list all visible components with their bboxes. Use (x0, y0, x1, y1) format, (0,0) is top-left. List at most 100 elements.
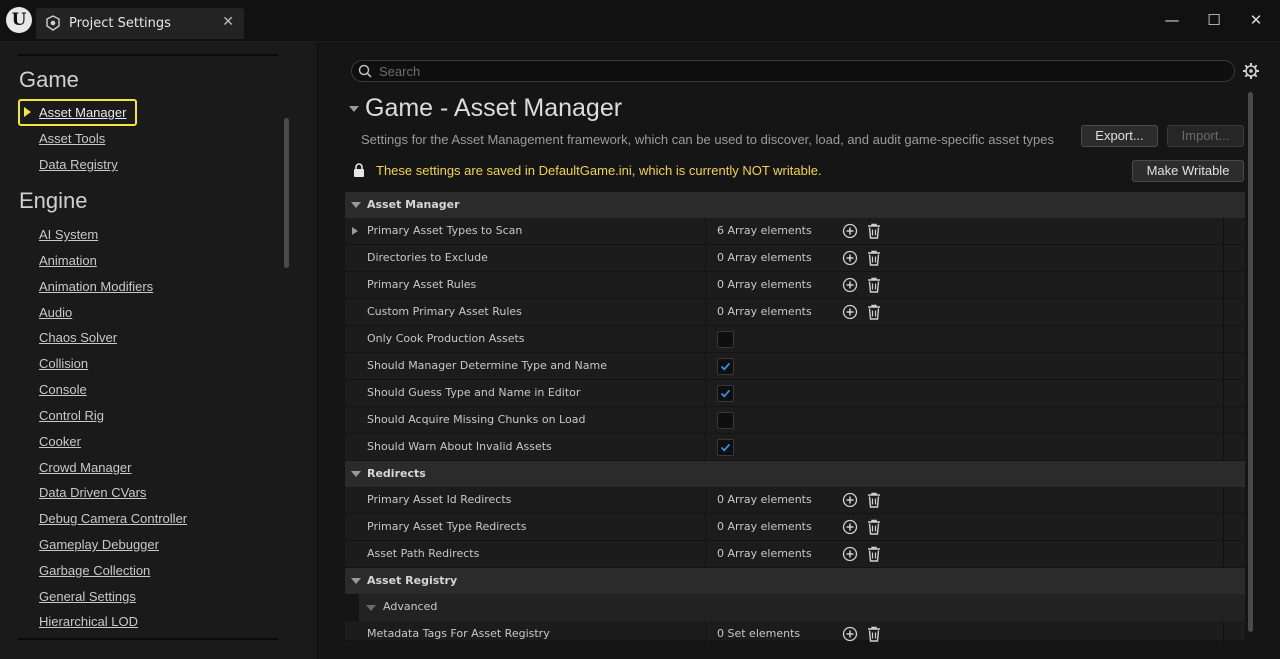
caret-right-icon (24, 107, 31, 117)
window-close-icon[interactable]: ✕ (1244, 10, 1268, 30)
add-element-icon[interactable] (842, 546, 858, 562)
property-value: 0 Array elements (717, 251, 812, 264)
page-description: Settings for the Asset Management framew… (361, 132, 1054, 147)
table-row: Should Manager Determine Type and Name (345, 353, 1245, 380)
sidebar-item-data-driven-cvars[interactable]: Data Driven CVars (39, 485, 146, 500)
maximize-icon[interactable]: ☐ (1202, 10, 1226, 30)
column-divider (1223, 299, 1224, 326)
column-divider (705, 541, 706, 568)
property-value: 6 Array elements (717, 224, 812, 237)
property-name: Asset Path Redirects (367, 547, 480, 560)
make-writable-button[interactable]: Make Writable (1132, 160, 1244, 182)
checkbox-checked[interactable] (717, 358, 734, 375)
add-element-icon[interactable] (842, 250, 858, 266)
trash-icon[interactable] (867, 304, 881, 320)
sidebar-item-data-registry[interactable]: Data Registry (39, 157, 118, 172)
page-title: Game - Asset Manager (365, 94, 623, 122)
checkmark-icon (720, 389, 731, 398)
add-element-icon[interactable] (842, 626, 858, 642)
sidebar-item-debug-camera-controller[interactable]: Debug Camera Controller (39, 511, 187, 526)
trash-icon[interactable] (867, 250, 881, 266)
sidebar: Game Asset Manager Asset Tools Data Regi… (0, 42, 318, 659)
sidebar-item-collision[interactable]: Collision (39, 356, 88, 371)
table-row: Asset Path Redirects 0 Array elements (345, 541, 1245, 568)
tab-close-icon[interactable]: ✕ (222, 14, 234, 30)
checkbox-unchecked[interactable] (717, 331, 734, 348)
sidebar-item-animation-modifiers[interactable]: Animation Modifiers (39, 279, 153, 294)
sidebar-item-console[interactable]: Console (39, 382, 87, 397)
property-value: 0 Array elements (717, 493, 812, 506)
checkbox-checked[interactable] (717, 385, 734, 402)
column-divider (1223, 218, 1224, 245)
tab-project-settings[interactable]: Project Settings ✕ (36, 8, 244, 39)
search-input[interactable] (379, 62, 1219, 80)
column-divider (1223, 272, 1224, 299)
trash-icon[interactable] (867, 546, 881, 562)
property-value: 0 Array elements (717, 547, 812, 560)
add-element-icon[interactable] (842, 492, 858, 508)
table-row: Metadata Tags For Asset Registry 0 Set e… (345, 621, 1245, 648)
column-divider (705, 434, 706, 461)
category-asset-registry[interactable]: Asset Registry (345, 568, 1245, 594)
gear-icon[interactable] (1242, 62, 1260, 80)
add-element-icon[interactable] (842, 277, 858, 293)
trash-icon[interactable] (867, 519, 881, 535)
table-row: Should Acquire Missing Chunks on Load (345, 407, 1245, 434)
sidebar-item-crowd-manager[interactable]: Crowd Manager (39, 460, 132, 475)
property-name: Primary Asset Rules (367, 278, 477, 291)
sidebar-item-gameplay-debugger[interactable]: Gameplay Debugger (39, 537, 159, 552)
checkbox-unchecked[interactable] (717, 412, 734, 429)
sidebar-item-hierarchical-lod[interactable]: Hierarchical LOD (39, 614, 138, 629)
add-element-icon[interactable] (842, 519, 858, 535)
trash-icon[interactable] (867, 277, 881, 293)
sidebar-item-garbage-collection[interactable]: Garbage Collection (39, 563, 150, 578)
column-divider (705, 299, 706, 326)
column-divider (1223, 353, 1224, 380)
column-divider (1223, 380, 1224, 407)
trash-icon[interactable] (867, 626, 881, 642)
caret-down-icon (351, 471, 361, 477)
column-divider (1223, 434, 1224, 461)
property-name: Should Acquire Missing Chunks on Load (367, 413, 586, 426)
sidebar-item-audio[interactable]: Audio (39, 305, 72, 320)
category-redirects[interactable]: Redirects (345, 461, 1245, 487)
column-divider (1223, 245, 1224, 272)
table-row: Custom Primary Asset Rules 0 Array eleme… (345, 299, 1245, 326)
checkmark-icon (720, 443, 731, 452)
export-button[interactable]: Export... (1081, 125, 1158, 147)
collapse-caret-icon[interactable] (349, 106, 359, 112)
property-name: Metadata Tags For Asset Registry (367, 627, 550, 640)
trash-icon[interactable] (867, 492, 881, 508)
unreal-logo-icon[interactable]: U (6, 7, 32, 33)
trash-icon[interactable] (867, 223, 881, 239)
section-heading-game: Game (19, 67, 79, 92)
sidebar-item-chaos-solver[interactable]: Chaos Solver (39, 330, 117, 345)
sidebar-item-general-settings[interactable]: General Settings (39, 589, 136, 604)
category-asset-manager[interactable]: Asset Manager (345, 192, 1245, 218)
subcategory-advanced[interactable]: Advanced (359, 594, 1245, 621)
property-value: 0 Set elements (717, 627, 801, 640)
column-divider (705, 514, 706, 541)
import-button[interactable]: Import... (1167, 125, 1244, 147)
main-scrollbar[interactable] (1248, 92, 1253, 632)
checkbox-checked[interactable] (717, 439, 734, 456)
sidebar-item-animation[interactable]: Animation (39, 253, 97, 268)
property-name: Directories to Exclude (367, 251, 488, 264)
not-writable-warning: These settings are saved in DefaultGame.… (376, 163, 822, 178)
sidebar-item-asset-manager[interactable]: Asset Manager (18, 99, 137, 126)
sidebar-scrollbar[interactable] (284, 118, 289, 268)
search-box[interactable] (351, 60, 1235, 82)
add-element-icon[interactable] (842, 304, 858, 320)
table-row: Primary Asset Rules 0 Array elements (345, 272, 1245, 299)
sidebar-item-control-rig[interactable]: Control Rig (39, 408, 104, 423)
sidebar-item-asset-tools[interactable]: Asset Tools (39, 131, 105, 146)
column-divider (1223, 326, 1224, 353)
sidebar-item-cooker[interactable]: Cooker (39, 434, 81, 449)
column-divider (1223, 487, 1224, 514)
minimize-icon[interactable]: — (1160, 10, 1184, 30)
sidebar-item-ai-system[interactable]: AI System (39, 227, 98, 242)
tab-title: Project Settings (69, 16, 171, 31)
expand-arrow-icon[interactable] (352, 227, 358, 235)
column-divider (705, 487, 706, 514)
add-element-icon[interactable] (842, 223, 858, 239)
